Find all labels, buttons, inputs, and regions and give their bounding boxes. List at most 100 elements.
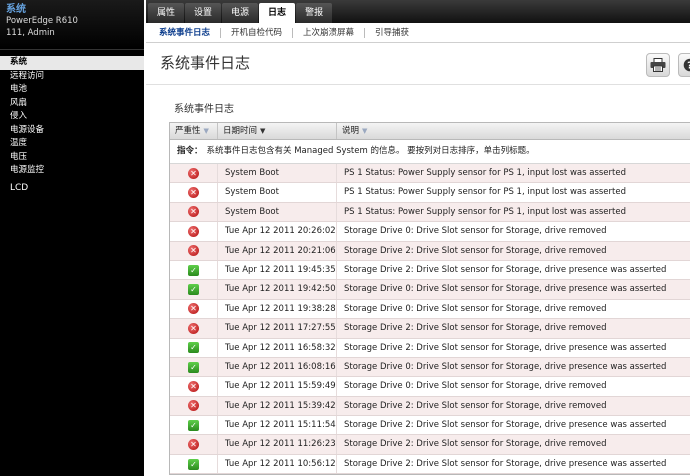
datetime-cell: Tue Apr 12 2011 19:38:28 [218,299,337,319]
system-model: PowerEdge R610 [6,16,78,26]
print-button[interactable] [646,53,670,77]
datetime-cell: Tue Apr 12 2011 20:21:06 [218,241,337,260]
datetime-cell: Tue Apr 12 2011 15:59:49 [218,377,337,396]
severity-cell: ✓ [170,454,218,474]
subtab[interactable]: 引导捕获 [364,27,419,38]
description-cell: Storage Drive 2: Drive Slot sensor for S… [344,342,667,353]
help-button[interactable]: ? [678,53,690,77]
table-row: ✓ Tue Apr 12 2011 16:08:16 Storage Drive 0… [170,357,690,378]
critical-icon: ✕ [188,400,199,412]
datetime-cell: Tue Apr 12 2011 17:27:55 [218,319,337,338]
description-cell: PS 1 Status: Power Supply sensor for PS … [344,206,626,217]
datetime-cell: Tue Apr 12 2011 16:58:32 [218,338,337,357]
table-row: ✓ Tue Apr 12 2011 10:56:12 Storage Drive 2… [170,454,690,475]
sidebar-item[interactable]: 电源监控 [0,164,144,178]
severity-cell: ✕ [170,183,218,202]
severity-cell: ✕ [170,164,218,183]
description-cell: Storage Drive 2: Drive Slot sensor for S… [344,458,667,469]
title-divider [146,84,690,85]
sidebar-nav: 系统 远程访问 电池 风扇 侵入 电源设备 温度 电压 电源监控 LCD [0,50,144,195]
tab[interactable]: 警报 [296,3,333,23]
critical-icon: ✕ [188,167,199,179]
system-header[interactable]: 系统 PowerEdge R610 111, Admin [0,0,144,50]
severity-cell: ✕ [170,377,218,396]
critical-icon: ✕ [188,322,199,334]
normal-check-icon: ✓ [188,284,199,296]
description-cell: Storage Drive 2: Drive Slot sensor for S… [344,323,607,334]
severity-cell: ✕ [170,396,218,416]
severity-cell: ✓ [170,338,218,357]
tab[interactable]: 电源 [222,3,259,23]
datetime-cell: Tue Apr 12 2011 19:42:50 [218,280,337,299]
sidebar-item[interactable]: 电源设备 [0,124,144,138]
severity-cell: ✕ [170,202,218,222]
normal-check-icon: ✓ [188,419,199,431]
description-cell: Storage Drive 2: Drive Slot sensor for S… [344,264,667,275]
subtab[interactable]: 上次崩溃屏幕 [292,27,364,38]
column-header-label: 说明 [342,126,360,136]
sidebar-item[interactable]: 远程访问 [0,70,144,84]
table-row: ✕ System Boot PS 1 Status: Power Supply se… [170,183,690,203]
event-log-table: 严重性 ▼ 日期时间 ▼ 说明 ▼ 指令： 系统事件日志包含有关 Managed Sys… [169,122,690,476]
severity-cell: ✕ [170,222,218,241]
datetime-cell: Tue Apr 12 2011 19:45:35 [218,260,337,280]
tab[interactable]: 日志 [259,3,296,23]
tab[interactable]: 设置 [185,3,222,23]
instructions-text: 系统事件日志包含有关 Managed System 的信息。 要按列对日志排序，… [206,146,535,156]
table-row: ✓ Tue Apr 12 2011 19:42:50 Storage Drive 0… [170,280,690,300]
normal-check-icon: ✓ [188,264,199,276]
description-cell: Storage Drive 0: Drive Slot sensor for S… [344,303,607,314]
section-title: 系统事件日志 [174,104,234,115]
sidebar-item[interactable]: 电池 [0,83,144,97]
critical-icon: ✕ [188,206,199,218]
critical-icon: ✕ [188,225,199,237]
system-title[interactable]: 系统 [6,4,138,15]
critical-icon: ✕ [188,245,199,257]
normal-check-icon: ✓ [188,342,199,354]
subtab[interactable]: 系统事件日志 [156,28,220,38]
critical-icon: ✕ [188,187,199,199]
critical-icon: ✕ [188,380,199,392]
top-tab-bar: 属性 设置 电源 日志 警报 [146,0,690,23]
table-instructions: 指令： 系统事件日志包含有关 Managed System 的信息。 要按列对日志… [170,140,690,164]
column-header-description[interactable]: 说明 ▼ [337,123,690,139]
sort-icon: ▼ [362,127,368,135]
table-row: ✕ Tue Apr 12 2011 15:59:49 Storage Drive 0… [170,377,690,397]
severity-cell: ✓ [170,416,218,435]
sidebar-item[interactable]: 温度 [0,137,144,151]
description-cell: PS 1 Status: Power Supply sensor for PS … [344,187,626,198]
sidebar-item[interactable]: 风扇 [0,97,144,111]
printer-icon [650,58,666,72]
table-row: ✕ System Boot PS 1 Status: Power Supply se… [170,164,690,184]
tab[interactable]: 属性 [148,3,185,23]
datetime-cell: System Boot [218,202,337,222]
table-row: ✕ Tue Apr 12 2011 11:26:23 Storage Drive 2… [170,435,690,455]
table-row: ✕ System Boot PS 1 Status: Power Supply se… [170,202,690,223]
description-cell: Storage Drive 0: Drive Slot sensor for S… [344,381,607,392]
column-header-datetime[interactable]: 日期时间 ▼ [218,123,337,139]
system-user: 111, Admin [6,28,55,38]
table-row: ✓ Tue Apr 12 2011 19:45:35 Storage Drive 2… [170,260,690,281]
sidebar-item[interactable]: 电压 [0,151,144,165]
datetime-cell: Tue Apr 12 2011 20:26:02 [218,222,337,241]
severity-cell: ✕ [170,435,218,454]
sidebar-item-lcd[interactable]: LCD [0,182,144,196]
instructions-label: 指令： [177,146,203,156]
column-header-severity[interactable]: 严重性 ▼ [170,123,218,139]
subtab[interactable]: 开机自检代码 [220,27,292,38]
table-row: ✕ Tue Apr 12 2011 19:38:28 Storage Drive 0… [170,299,690,320]
datetime-cell: System Boot [218,164,337,183]
table-row: ✕ Tue Apr 12 2011 20:21:06 Storage Drive 2… [170,241,690,261]
datetime-cell: Tue Apr 12 2011 11:26:23 [218,435,337,454]
table-row: ✓ Tue Apr 12 2011 15:11:54 Storage Drive 2… [170,416,690,436]
severity-cell: ✕ [170,299,218,319]
description-cell: Storage Drive 0: Drive Slot sensor for S… [344,361,667,372]
datetime-cell: Tue Apr 12 2011 10:56:12 [218,454,337,474]
sidebar-item[interactable]: 系统 [0,56,144,70]
table-row: ✕ Tue Apr 12 2011 15:39:42 Storage Drive 2… [170,396,690,417]
sort-desc-icon: ▼ [260,127,266,135]
table-row: ✕ Tue Apr 12 2011 17:27:55 Storage Drive 2… [170,319,690,339]
sidebar-item[interactable]: 侵入 [0,110,144,124]
description-cell: PS 1 Status: Power Supply sensor for PS … [344,168,626,178]
description-cell: Storage Drive 2: Drive Slot sensor for S… [344,245,607,256]
